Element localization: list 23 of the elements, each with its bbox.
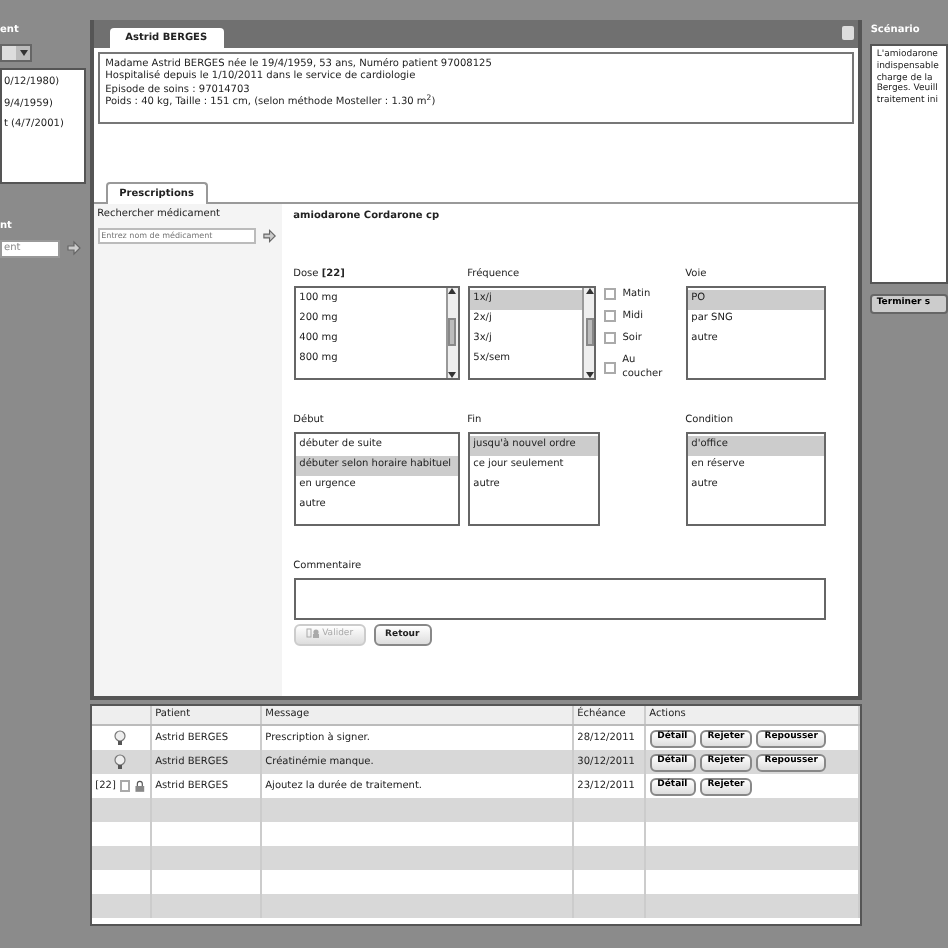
arrow-icon[interactable] xyxy=(66,240,82,256)
up-arrow-icon xyxy=(448,287,457,294)
lock-icon xyxy=(133,778,146,794)
arrow-icon[interactable] xyxy=(262,227,278,243)
scroll-thumb[interactable] xyxy=(448,318,457,347)
down-arrow-icon xyxy=(585,371,594,378)
scrollbar[interactable] xyxy=(445,287,458,378)
checkbox[interactable] xyxy=(604,287,617,300)
checkbox[interactable] xyxy=(604,309,617,322)
checkbox[interactable] xyxy=(119,780,130,792)
lightbulb-icon xyxy=(114,754,127,770)
dropdown[interactable] xyxy=(0,44,32,63)
lightbulb-icon xyxy=(114,730,127,746)
down-arrow-icon xyxy=(448,371,457,378)
comment-field[interactable] xyxy=(293,578,826,621)
scrollbar[interactable] xyxy=(582,287,595,378)
up-arrow-icon xyxy=(585,287,594,294)
checkbox[interactable] xyxy=(604,361,617,373)
checkbox[interactable] xyxy=(604,332,617,345)
collapse-button[interactable] xyxy=(842,26,855,40)
caret-icon xyxy=(19,50,27,57)
scroll-thumb[interactable] xyxy=(585,318,594,347)
signature-icon xyxy=(305,628,320,639)
